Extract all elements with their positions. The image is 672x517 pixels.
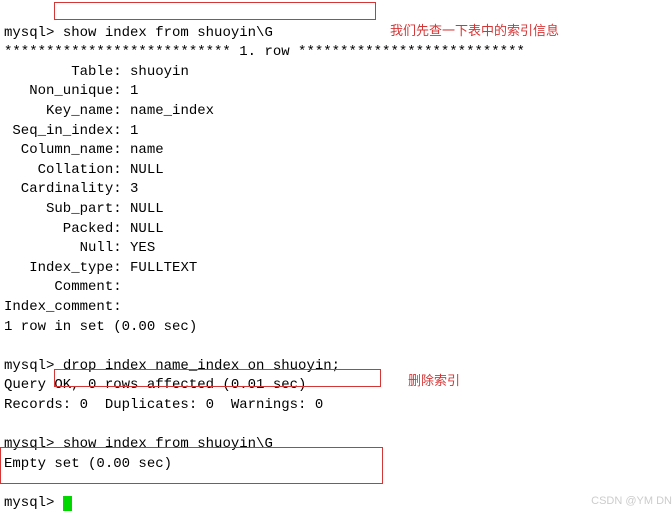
cursor-icon (63, 496, 72, 511)
line-cmd1: mysql> show index from shuoyin\G (4, 25, 273, 41)
prompt-4: mysql> (4, 495, 63, 511)
row-header: *************************** 1. row *****… (4, 44, 525, 60)
line-prompt-final[interactable]: mysql> (4, 495, 72, 511)
row-table: Table: shuoyin (4, 64, 189, 80)
row-non-unique: Non_unique: 1 (4, 83, 138, 99)
result3: Empty set (0.00 sec) (4, 456, 172, 472)
result2b: Records: 0 Duplicates: 0 Warnings: 0 (4, 397, 323, 413)
row-collation: Collation: NULL (4, 162, 164, 178)
prompt-3: mysql> (4, 436, 63, 452)
blank2 (4, 416, 12, 432)
result2a: Query OK, 0 rows affected (0.01 sec) (4, 377, 306, 393)
line-cmd3: mysql> show index from shuoyin\G (4, 436, 273, 452)
row-column-name: Column_name: name (4, 142, 164, 158)
row-sub-part: Sub_part: NULL (4, 201, 164, 217)
row-seq-in-index: Seq_in_index: 1 (4, 123, 138, 139)
row-packed: Packed: NULL (4, 221, 164, 237)
blank3 (4, 475, 12, 491)
prompt-1: mysql> (4, 25, 63, 41)
annotation-1: 我们先查一下表中的索引信息 (390, 22, 559, 40)
result1: 1 row in set (0.00 sec) (4, 319, 197, 335)
annotation-2: 删除索引 (408, 372, 460, 390)
watermark: CSDN @YM DN (591, 494, 672, 509)
row-null: Null: YES (4, 240, 155, 256)
blank1 (4, 338, 12, 354)
cmd3-text: show index from shuoyin\G (63, 436, 273, 452)
cmd1-text: show index from shuoyin\G (63, 25, 273, 41)
row-index-type: Index_type: FULLTEXT (4, 260, 197, 276)
cmd2-text: drop index name_index on shuoyin; (63, 358, 340, 374)
row-cardinality: Cardinality: 3 (4, 181, 138, 197)
line-cmd2: mysql> drop index name_index on shuoyin; (4, 358, 340, 374)
prompt-2: mysql> (4, 358, 63, 374)
row-comment: Comment: (4, 279, 130, 295)
row-key-name: Key_name: name_index (4, 103, 214, 119)
row-index-comment: Index_comment: (4, 299, 130, 315)
